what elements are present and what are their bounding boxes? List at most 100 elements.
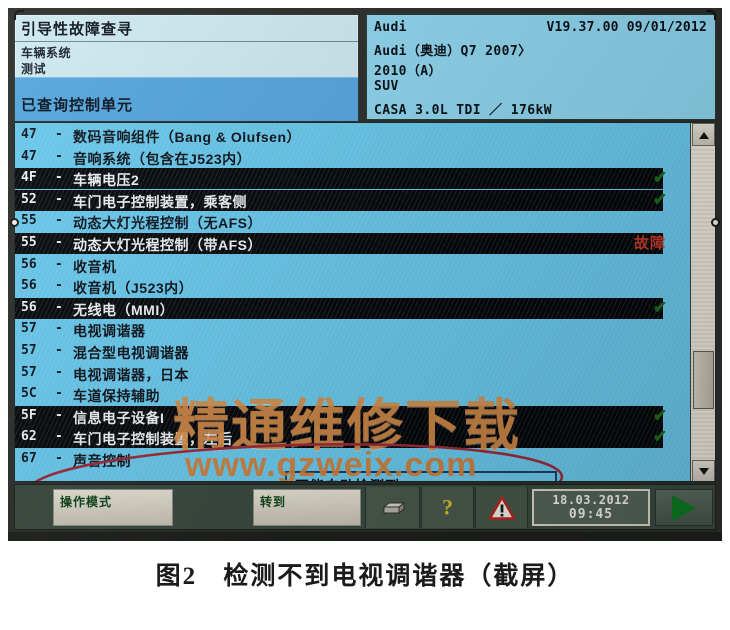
software-version: V19.37.00 09/01/2012 bbox=[546, 20, 707, 35]
list-scrollbar[interactable] bbox=[690, 123, 715, 481]
panel-subtitle-vehicle-system: 车辆系统 bbox=[21, 46, 72, 60]
figure-caption: 图2 检测不到电视调谐器（截屏） bbox=[0, 556, 730, 592]
control-unit-address: 56 bbox=[21, 256, 37, 272]
status-badge-ok: ✔ bbox=[652, 189, 668, 209]
separator-dash: - bbox=[55, 148, 63, 164]
control-unit-address: 47 bbox=[21, 127, 37, 142]
control-unit-name: 电视调谐器 bbox=[73, 323, 146, 340]
control-unit-name: 车门电子控制装置，乘客侧 bbox=[73, 193, 247, 210]
bottom-toolbar: 操作模式 转到 ? 18.03.2012 09:45 bbox=[14, 484, 716, 530]
control-unit-address: 56 bbox=[21, 299, 37, 315]
date-time-display: 18.03.2012 09:45 bbox=[532, 489, 650, 526]
vehicle-info-panel: Audi V19.37.00 09/01/2012 Audi（奥迪）Q7 200… bbox=[366, 14, 716, 120]
help-button[interactable]: ? bbox=[421, 487, 474, 528]
separator-dash: - bbox=[55, 386, 63, 402]
control-unit-address: 67 bbox=[21, 451, 37, 466]
control-unit-name: 收音机 bbox=[73, 258, 117, 275]
control-unit-address: 62 bbox=[21, 429, 37, 445]
control-unit-address: 52 bbox=[21, 191, 37, 207]
control-unit-address: 57 bbox=[21, 343, 37, 358]
divider bbox=[15, 41, 358, 42]
triangle-down-icon bbox=[699, 468, 709, 475]
control-unit-address: 47 bbox=[21, 148, 37, 164]
control-unit-row[interactable]: 57 - 混合型电视调谐器 bbox=[15, 341, 663, 362]
control-unit-address: 57 bbox=[21, 364, 37, 380]
goto-button[interactable]: 转到 bbox=[253, 489, 361, 526]
screenshot-photo: 引导性故障查寻 车辆系统 测试 已查询控制单元 Audi V19.37.00 0… bbox=[8, 8, 722, 541]
operating-mode-button[interactable]: 操作模式 bbox=[53, 489, 173, 526]
separator-dash: - bbox=[55, 407, 63, 423]
control-unit-address: 55 bbox=[21, 213, 37, 229]
goto-label: 转到 bbox=[260, 495, 287, 509]
figure-number: 图2 bbox=[155, 563, 198, 590]
figure-caption-text: 检测不到电视调谐器（截屏） bbox=[223, 563, 575, 590]
control-unit-row[interactable]: 57 - 电视调谐器 bbox=[15, 319, 663, 340]
control-unit-name: 混合型电视调谐器 bbox=[73, 345, 189, 361]
warning-triangle-icon bbox=[488, 495, 515, 520]
control-unit-name: 音响系统（包含在J523内） bbox=[73, 150, 252, 167]
control-unit-address: 57 bbox=[21, 321, 37, 337]
separator-dash: - bbox=[55, 256, 63, 272]
control-unit-row[interactable]: 47 - 音响系统（包含在J523内） bbox=[15, 147, 663, 168]
print-button[interactable] bbox=[365, 487, 420, 528]
scrollbar-thumb[interactable] bbox=[693, 351, 714, 409]
status-badge-ok: ✔ bbox=[652, 427, 668, 447]
control-unit-row[interactable]: 47 - 数码音响组件（Bang & Olufsen） bbox=[15, 125, 663, 146]
separator-dash: - bbox=[55, 213, 63, 229]
green-play-arrow-icon bbox=[672, 494, 696, 521]
scroll-up-button[interactable] bbox=[692, 123, 715, 146]
vehicle-brand: Audi bbox=[374, 20, 407, 35]
warning-button[interactable] bbox=[475, 487, 528, 528]
separator-dash: - bbox=[55, 364, 63, 380]
control-unit-row[interactable]: 56 - 收音机 bbox=[15, 255, 663, 276]
bezel-dot-left bbox=[10, 218, 19, 227]
watermark-text-url: www.gzweix.com bbox=[185, 446, 478, 482]
bezel-corner-top-left bbox=[14, 10, 24, 20]
control-unit-row[interactable]: 56 - 收音机（J523内） bbox=[15, 276, 663, 297]
question-mark-icon: ? bbox=[442, 493, 453, 519]
separator-dash: - bbox=[55, 191, 63, 207]
separator-dash: - bbox=[55, 170, 63, 186]
status-badge-fault: 故障 bbox=[633, 235, 666, 252]
photo-bottom-edge bbox=[8, 532, 722, 541]
separator-dash: - bbox=[55, 429, 63, 445]
control-unit-list[interactable]: 47- 数码音响组件（Bang & Olufsen） 47- 音响系统（包含在J523… bbox=[14, 122, 716, 482]
date-label: 18.03.2012 bbox=[552, 493, 630, 507]
control-unit-address: 4F bbox=[21, 170, 37, 186]
control-unit-row[interactable]: 56 - 无线电（MMI） bbox=[15, 297, 663, 319]
control-unit-name: 动态大灯光程控制（无AFS） bbox=[73, 215, 262, 232]
panel-title: 引导性故障查寻 bbox=[21, 21, 134, 38]
body-type: SUV bbox=[374, 79, 399, 94]
control-unit-name: 动态大灯光程控制（带AFS） bbox=[73, 237, 262, 253]
triangle-up-icon bbox=[699, 132, 709, 139]
status-badge-ok: ✔ bbox=[652, 297, 668, 317]
vehicle-model: Audi（奥迪）Q7 2007〉 bbox=[374, 44, 532, 59]
time-label: 09:45 bbox=[568, 507, 614, 522]
control-unit-address: 5C bbox=[21, 386, 37, 402]
control-unit-address: 56 bbox=[21, 278, 37, 294]
control-unit-row[interactable]: 52 - 车门电子控制装置，乘客侧 bbox=[15, 189, 663, 211]
panel-subtitle-test: 测试 bbox=[21, 62, 47, 76]
separator-dash: - bbox=[55, 451, 63, 466]
separator-dash: - bbox=[55, 278, 63, 294]
control-unit-address: 5F bbox=[21, 407, 37, 423]
separator-dash: - bbox=[55, 343, 63, 358]
control-unit-row[interactable]: 55 - 动态大灯光程控制（带AFS） bbox=[15, 233, 663, 254]
control-unit-name: 收音机（J523内） bbox=[73, 280, 194, 297]
separator-dash: - bbox=[55, 321, 63, 337]
control-unit-name: 车辆电压2 bbox=[73, 172, 140, 189]
selected-step-label: 已查询控制单元 bbox=[21, 97, 134, 114]
guided-fault-finding-panel: 引导性故障查寻 车辆系统 测试 已查询控制单元 bbox=[14, 14, 359, 121]
scroll-down-button[interactable] bbox=[692, 460, 715, 481]
status-badge-ok: ✔ bbox=[652, 405, 668, 425]
scrollbar-trough[interactable] bbox=[691, 147, 715, 459]
selected-step-band[interactable]: 已查询控制单元 bbox=[15, 77, 358, 121]
control-unit-row[interactable]: 4F - 车辆电压2 bbox=[15, 168, 663, 190]
control-unit-row[interactable]: 55 - 动态大灯光程控制（无AFS） bbox=[15, 211, 663, 232]
continue-button[interactable] bbox=[655, 489, 713, 526]
separator-dash: - bbox=[55, 235, 63, 250]
control-unit-name: 无线电（MMI） bbox=[73, 301, 175, 318]
engine-code: CASA 3.0L TDI ／ 176kW bbox=[374, 103, 552, 118]
model-year: 2010（A） bbox=[374, 64, 442, 79]
control-unit-name: 数码音响组件（Bang & Olufsen） bbox=[73, 129, 302, 145]
